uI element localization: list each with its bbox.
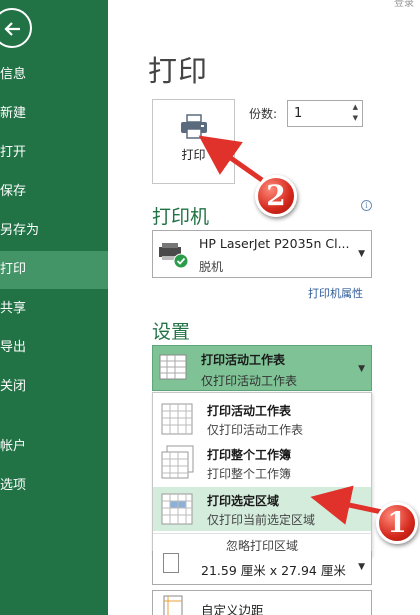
printer-status: 脱机 <box>199 260 224 274</box>
annotation-badge-1: 1 <box>376 502 418 544</box>
back-arrow-icon <box>4 22 20 36</box>
copies-down-icon[interactable]: ▼ <box>353 114 358 122</box>
paper-size-value: 21.59 厘米 x 27.94 厘米 <box>201 563 346 578</box>
printer-name: HP LaserJet P2035n Cl... <box>199 236 350 251</box>
back-button[interactable] <box>0 8 32 48</box>
scope-option-title: 打印选定区域 <box>207 494 280 508</box>
sidebar-item-new[interactable]: 新建 <box>0 95 108 133</box>
sidebar-item-save[interactable]: 保存 <box>0 173 108 211</box>
chevron-down-icon: ▼ <box>358 562 365 572</box>
scope-option-title: 打印整个工作簿 <box>207 448 292 462</box>
sidebar-item-close[interactable]: 关闭 <box>0 368 108 406</box>
workbook-icon <box>161 445 194 479</box>
print-scope-select[interactable]: 打印活动工作表 仅打印活动工作表 ▼ <box>152 345 372 391</box>
info-icon[interactable]: i <box>361 200 372 211</box>
sidebar-item-print[interactable]: 打印 <box>0 251 108 289</box>
print-scope-main: 打印活动工作表 <box>201 353 286 367</box>
paper-icon <box>163 553 179 573</box>
print-scope-sub: 仅打印活动工作表 <box>201 374 298 388</box>
sidebar-item-export[interactable]: 导出 <box>0 329 108 367</box>
scope-option-title: 打印活动工作表 <box>207 404 292 418</box>
printer-properties-link[interactable]: 打印机属性 <box>308 285 363 301</box>
copies-stepper[interactable]: 1 ▲ ▼ <box>287 100 363 127</box>
active-sheet-icon <box>161 403 193 435</box>
sidebar-item-open[interactable]: 打开 <box>0 134 108 172</box>
printer-icon <box>181 114 207 139</box>
print-button[interactable]: 打印 <box>152 99 235 184</box>
annotation-badge-2: 2 <box>255 175 297 217</box>
sidebar-item-save-as[interactable]: 另存为 <box>0 212 108 250</box>
sign-in-link[interactable]: 登录 <box>394 0 414 9</box>
scope-option-desc: 仅打印当前选定区域 <box>207 513 316 527</box>
paper-size-select[interactable]: 21.59 厘米 x 27.94 厘米 ▼ <box>152 551 372 585</box>
selection-icon <box>161 493 193 525</box>
chevron-down-icon: ▼ <box>358 364 365 374</box>
margins-select[interactable]: 自定义边距 <box>152 590 372 615</box>
scope-option-selection[interactable]: 打印选定区域 仅打印当前选定区域 <box>153 487 371 531</box>
margins-value: 自定义边距 <box>201 603 264 615</box>
page-title: 打印 <box>148 54 209 88</box>
print-button-label: 打印 <box>181 148 206 162</box>
printer-device-icon <box>159 243 189 269</box>
scope-option-desc: 仅打印活动工作表 <box>207 423 304 437</box>
backstage-sidebar: 信息 新建 打开 保存 另存为 打印 共享 导出 关闭 帐户 选项 <box>0 0 108 615</box>
sidebar-item-account[interactable]: 帐户 <box>0 428 108 466</box>
settings-section-title: 设置 <box>152 321 191 343</box>
sidebar-item-options[interactable]: 选项 <box>0 467 108 505</box>
sidebar-item-share[interactable]: 共享 <box>0 290 108 328</box>
scope-option-desc: 打印整个工作簿 <box>207 467 292 481</box>
printer-section-title: 打印机 <box>152 206 210 228</box>
printer-select[interactable]: HP LaserJet P2035n Cl... 脱机 ▼ <box>152 230 372 278</box>
copies-up-icon[interactable]: ▲ <box>353 103 358 111</box>
sheet-icon <box>159 354 187 380</box>
scope-option-active-sheet[interactable]: 打印活动工作表 仅打印活动工作表 <box>153 397 371 441</box>
copies-label: 份数: <box>249 107 278 121</box>
scope-option-entire-workbook[interactable]: 打印整个工作簿 打印整个工作簿 <box>153 441 371 485</box>
copies-value: 1 <box>294 106 303 121</box>
print-scope-dropdown: 打印活动工作表 仅打印活动工作表 打印整个工作簿 打印整个工作簿 打印选定区域 … <box>152 392 372 557</box>
chevron-down-icon: ▼ <box>358 249 365 259</box>
margins-icon <box>163 595 183 615</box>
sidebar-item-info[interactable]: 信息 <box>0 56 108 94</box>
